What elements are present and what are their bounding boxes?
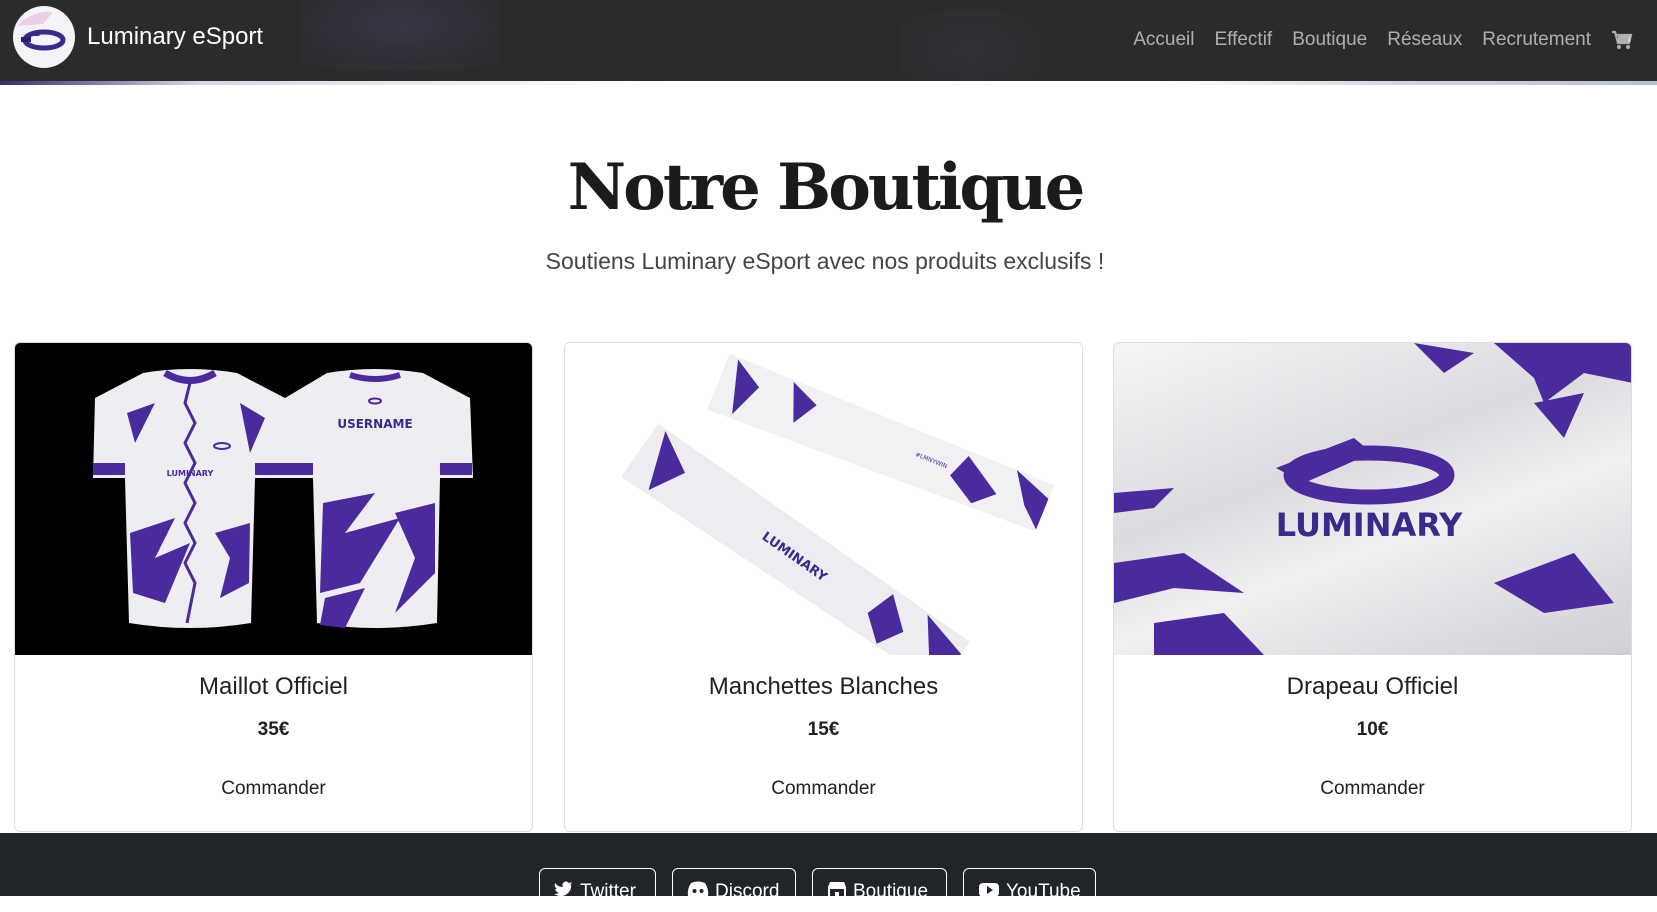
jersey-front-logo-text: LUMINARY — [167, 469, 214, 478]
product-card-flag: LUMINARY Drapeau Officiel 10€ Commander — [1113, 342, 1632, 832]
page-title: Notre Boutique — [567, 150, 1086, 225]
nav-link-effectif[interactable]: Effectif — [1214, 29, 1272, 51]
product-card-sleeves: #LMNYWIN LUMINARY Manchettes Blanches 15… — [564, 342, 1083, 832]
shop-button[interactable]: Boutique — [812, 868, 947, 912]
product-image-flag[interactable]: LUMINARY — [1114, 343, 1631, 655]
twitter-button[interactable]: Twitter — [539, 868, 656, 912]
product-name: Maillot Officiel — [199, 673, 348, 700]
product-price: 10€ — [1356, 719, 1389, 740]
order-button[interactable]: Commander — [565, 778, 1082, 800]
social-buttons: Twitter Discord Boutique YouTube — [539, 868, 1112, 912]
nav-link-boutique[interactable]: Boutique — [1292, 29, 1367, 51]
order-button[interactable]: Commander — [1114, 778, 1631, 800]
product-image-sleeves[interactable]: #LMNYWIN LUMINARY — [565, 343, 1082, 655]
shop-label: Boutique — [853, 881, 929, 902]
page-subtitle: Soutiens Luminary eSport avec nos produi… — [545, 248, 1105, 274]
flag-logo-text: LUMINARY — [1276, 506, 1463, 544]
twitter-label: Twitter — [580, 881, 636, 902]
navbar-bottom-strip — [0, 81, 1657, 85]
jersey-back-name-text: USERNAME — [337, 417, 412, 431]
product-card-jersey: LUMINARY USERNAME Maillot Officiel 35€ C… — [14, 342, 533, 832]
nav-links: Accueil Effectif Boutique Réseaux Recrut… — [1113, 0, 1633, 80]
product-price: 15€ — [807, 719, 840, 740]
shop-icon — [827, 881, 847, 899]
product-name: Drapeau Officiel — [1286, 673, 1459, 700]
product-image-jersey[interactable]: LUMINARY USERNAME — [15, 343, 532, 655]
product-name: Manchettes Blanches — [708, 673, 939, 700]
nav-link-recrutement[interactable]: Recrutement — [1482, 29, 1591, 51]
youtube-label: YouTube — [1006, 881, 1081, 902]
nav-link-accueil[interactable]: Accueil — [1133, 29, 1194, 51]
youtube-button[interactable]: YouTube — [963, 868, 1096, 912]
navbar-background-shape — [900, 10, 1040, 85]
discord-icon — [687, 881, 709, 899]
discord-button[interactable]: Discord — [672, 868, 796, 912]
discord-label: Discord — [715, 881, 780, 902]
team-logo[interactable] — [13, 6, 75, 68]
youtube-icon — [978, 881, 1000, 899]
brand[interactable]: Luminary eSport — [13, 6, 263, 68]
twitter-icon — [554, 881, 574, 899]
navbar: Luminary eSport Accueil Effectif Boutiqu… — [0, 0, 1657, 85]
nav-link-reseaux[interactable]: Réseaux — [1387, 29, 1462, 51]
cart-icon[interactable] — [1611, 30, 1633, 50]
product-price: 35€ — [257, 719, 290, 740]
order-button[interactable]: Commander — [15, 778, 532, 800]
brand-name[interactable]: Luminary eSport — [87, 23, 263, 51]
navbar-background-shape — [300, 0, 500, 70]
